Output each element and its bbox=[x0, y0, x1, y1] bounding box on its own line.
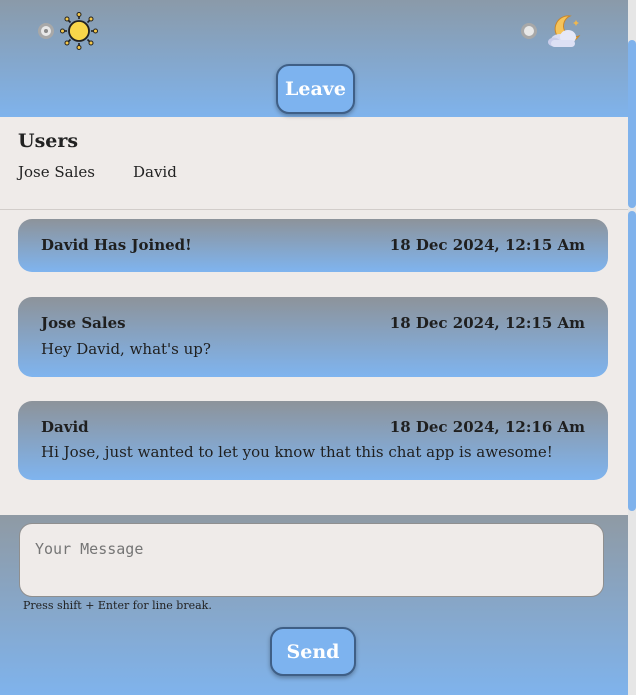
composer: Press shift + Enter for line break. Send bbox=[0, 515, 628, 695]
dark-theme-radio[interactable] bbox=[521, 23, 537, 39]
message-text: Hey David, what's up? bbox=[41, 340, 211, 358]
message-author: Jose Sales bbox=[41, 314, 126, 332]
leave-button[interactable]: Leave bbox=[276, 64, 355, 114]
message-text: Hi Jose, just wanted to let you know tha… bbox=[41, 443, 553, 461]
send-button[interactable]: Send bbox=[270, 627, 356, 676]
message-time: 18 Dec 2024, 12:16 Am bbox=[389, 418, 585, 436]
message-author: David bbox=[41, 418, 89, 436]
users-title: Users bbox=[18, 130, 79, 152]
message-author: David Has Joined! bbox=[41, 236, 192, 254]
message-time: 18 Dec 2024, 12:15 Am bbox=[389, 236, 585, 254]
light-theme-radio[interactable] bbox=[38, 23, 54, 39]
moon-cloud-icon bbox=[548, 15, 581, 47]
message-card: David 18 Dec 2024, 12:16 Am Hi Jose, jus… bbox=[18, 401, 608, 480]
message-input[interactable] bbox=[19, 523, 604, 597]
message-card: David Has Joined! 18 Dec 2024, 12:15 Am bbox=[18, 219, 608, 272]
users-panel: Users Jose Sales David bbox=[0, 117, 628, 210]
line-break-hint: Press shift + Enter for line break. bbox=[23, 599, 212, 612]
chat-page: Leave Users Jose Sales David David Has J… bbox=[0, 0, 628, 695]
scrollbar-thumb-top[interactable] bbox=[628, 40, 636, 208]
page-scrollbar[interactable] bbox=[628, 0, 636, 695]
message-card: Jose Sales 18 Dec 2024, 12:15 Am Hey Dav… bbox=[18, 297, 608, 377]
users-list: Jose Sales David bbox=[18, 163, 215, 181]
scrollbar-thumb-messages[interactable] bbox=[628, 211, 636, 511]
chat-header: Leave bbox=[0, 0, 628, 117]
light-theme-option[interactable] bbox=[38, 12, 98, 50]
user-item: David bbox=[132, 163, 177, 181]
message-time: 18 Dec 2024, 12:15 Am bbox=[389, 314, 585, 332]
dark-theme-option[interactable] bbox=[521, 12, 583, 50]
user-item: Jose Sales bbox=[18, 163, 95, 181]
sun-icon bbox=[60, 12, 98, 50]
